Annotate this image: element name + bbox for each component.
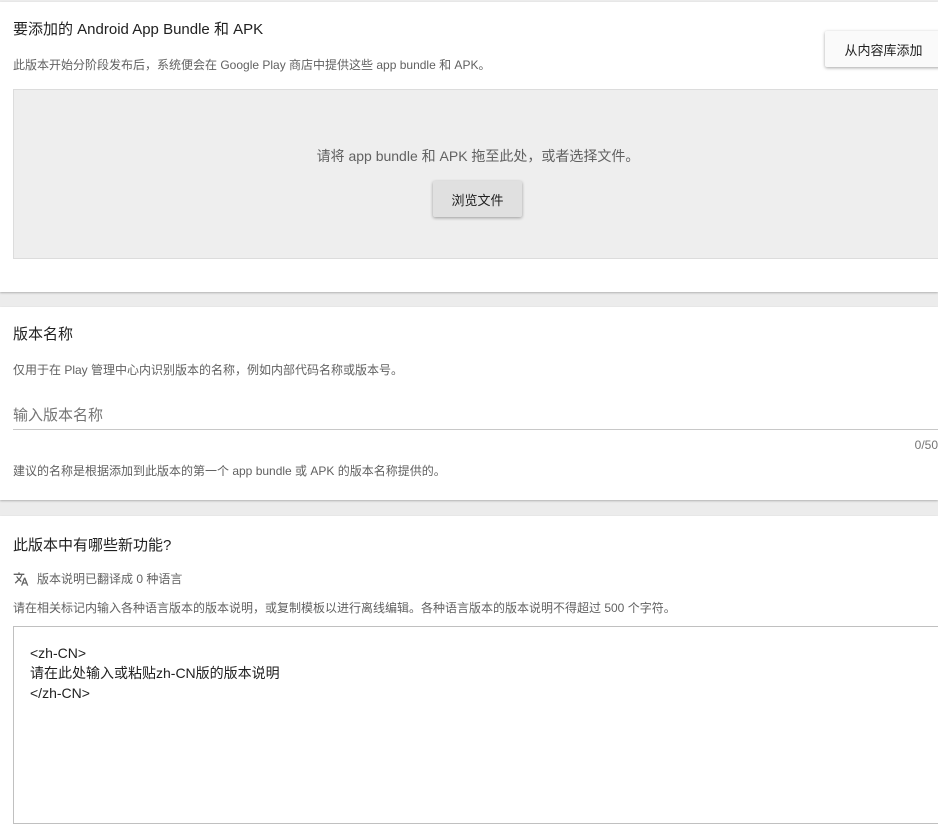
release-notes-description: 请在相关标记内输入各种语言版本的版本说明，或复制模板以进行离线编辑。各种语言版本… [13,601,676,615]
translate-icon [13,571,29,586]
release-name-title: 版本名称 [13,326,74,343]
add-from-library-button[interactable]: 从内容库添加 [825,31,938,67]
release-name-hint: 建议的名称是根据添加到此版本的第一个 app bundle 或 APK 的版本名… [13,464,446,478]
release-notes-textarea[interactable]: <zh-CN> 请在此处输入或粘贴zh-CN版的版本说明 </zh-CN> [13,626,938,824]
file-dropzone[interactable]: 请将 app bundle 和 APK 拖至此处，或者选择文件。 浏览文件 [13,89,938,259]
translation-status-text: 版本说明已翻译成 0 种语言 [37,572,183,586]
release-notes-title: 此版本中有哪些新功能? [13,537,172,554]
character-counter: 0/50 [914,438,938,452]
release-name-description: 仅用于在 Play 管理中心内识别版本的名称，例如内部代码名称或版本号。 [13,363,404,377]
release-notes-section: 此版本中有哪些新功能? 版本说明已翻译成 0 种语言 请在相关标记内输入各种语言… [0,516,938,828]
release-name-input[interactable] [13,402,938,430]
release-name-section: 版本名称 仅用于在 Play 管理中心内识别版本的名称，例如内部代码名称或版本号… [0,307,938,500]
translation-status-row: 版本说明已翻译成 0 种语言 [13,570,182,587]
upload-section: 要添加的 Android App Bundle 和 APK 此版本开始分阶段发布… [0,2,938,292]
browse-files-button[interactable]: 浏览文件 [433,181,522,217]
dropzone-text: 请将 app bundle 和 APK 拖至此处，或者选择文件。 [316,148,640,164]
upload-section-title: 要添加的 Android App Bundle 和 APK [13,21,264,38]
upload-section-description: 此版本开始分阶段发布后，系统便会在 Google Play 商店中提供这些 ap… [13,58,491,72]
